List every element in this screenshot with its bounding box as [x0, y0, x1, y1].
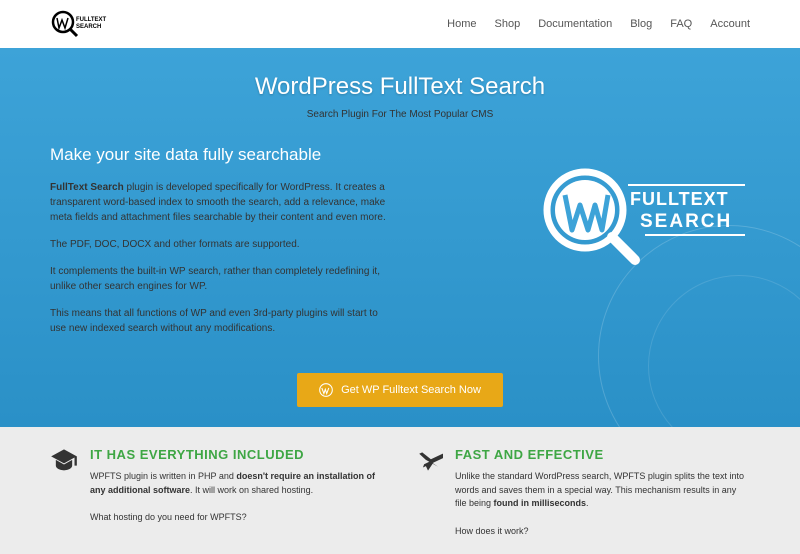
site-logo[interactable]: FULLTEXT SEARCH: [50, 8, 120, 40]
feature-included: IT HAS EVERYTHING INCLUDED WPFTS plugin …: [50, 447, 385, 539]
hero-para3: It complements the built-in WP search, r…: [50, 264, 390, 294]
svg-text:SEARCH: SEARCH: [640, 211, 732, 232]
svg-text:FULLTEXT: FULLTEXT: [630, 189, 729, 209]
hero-section: WordPress FullText Search Search Plugin …: [0, 48, 800, 427]
hero-text: Make your site data fully searchable Ful…: [50, 145, 500, 348]
header: FULLTEXT SEARCH Home Shop Documentation …: [0, 0, 800, 48]
svg-text:SEARCH: SEARCH: [76, 24, 101, 30]
hero-para2: The PDF, DOC, DOCX and other formats are…: [50, 237, 390, 252]
feature-text: Unlike the standard WordPress search, WP…: [455, 470, 750, 511]
hero-para1: FullText Search plugin is developed spec…: [50, 180, 390, 225]
features-section: IT HAS EVERYTHING INCLUDED WPFTS plugin …: [0, 427, 800, 554]
product-logo-icon: FULLTEXT SEARCH: [530, 155, 750, 275]
feature-link-hosting[interactable]: What hosting do you need for WPFTS?: [90, 512, 247, 522]
graduation-cap-icon: [50, 447, 78, 539]
nav-account[interactable]: Account: [710, 18, 750, 30]
get-search-button[interactable]: Get WP Fulltext Search Now: [297, 373, 503, 407]
hero-product-logo: FULLTEXT SEARCH: [530, 145, 750, 348]
nav-home[interactable]: Home: [447, 18, 476, 30]
nav-faq[interactable]: FAQ: [670, 18, 692, 30]
cta-label: Get WP Fulltext Search Now: [341, 384, 481, 396]
nav-shop[interactable]: Shop: [495, 18, 521, 30]
nav-blog[interactable]: Blog: [630, 18, 652, 30]
feature-text: WPFTS plugin is written in PHP and doesn…: [90, 470, 385, 497]
wordpress-icon: [319, 383, 333, 397]
logo-icon: FULLTEXT SEARCH: [50, 8, 120, 40]
feature-link-howitworks[interactable]: How does it work?: [455, 526, 529, 536]
svg-text:FULLTEXT: FULLTEXT: [76, 17, 107, 23]
hero-para4: This means that all functions of WP and …: [50, 306, 390, 336]
hero-subtitle: Search Plugin For The Most Popular CMS: [50, 109, 750, 120]
hero-title: WordPress FullText Search: [50, 73, 750, 101]
main-nav: Home Shop Documentation Blog FAQ Account: [447, 18, 750, 30]
nav-documentation[interactable]: Documentation: [538, 18, 612, 30]
feature-fast: FAST AND EFFECTIVE Unlike the standard W…: [415, 447, 750, 539]
feature-title: IT HAS EVERYTHING INCLUDED: [90, 447, 385, 462]
plane-icon: [415, 447, 443, 539]
hero-heading: Make your site data fully searchable: [50, 145, 500, 165]
feature-title: FAST AND EFFECTIVE: [455, 447, 750, 462]
